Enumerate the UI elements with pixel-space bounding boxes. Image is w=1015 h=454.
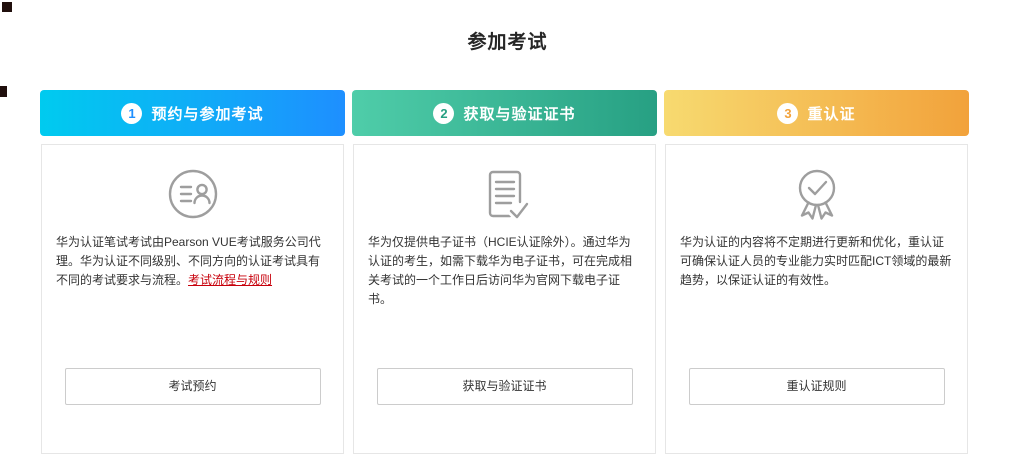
- step-3-title: 重认证: [807, 105, 856, 123]
- step-3-description: 华为认证的内容将不定期进行更新和优化，重认证可确保认证人员的专业能力实时匹配IC…: [666, 233, 967, 290]
- step-3-header: 3 重认证: [664, 90, 969, 136]
- recertification-rules-button[interactable]: 重认证规则: [688, 368, 945, 405]
- step-1-column: 1 预约与参加考试 华为认证笔试考试由Pearson VUE考试服务公司代理。华…: [40, 90, 345, 454]
- step-1-number: 1: [121, 102, 143, 124]
- step-2-title: 获取与验证证书: [463, 105, 576, 123]
- step-3-number: 3: [777, 102, 799, 124]
- step-2-column: 2 获取与验证证书 华为仅提供电子证书（HCIE认证除外）。通过华为认证的考生，…: [352, 90, 657, 454]
- step-2-description-text: 华为仅提供电子证书（HCIE认证除外）。通过华为认证的考生，如需下载华为电子证书…: [368, 235, 633, 306]
- screenshot-artifact-square: [2, 2, 12, 12]
- step-1-description: 华为认证笔试考试由Pearson VUE考试服务公司代理。华为认证不同级别、不同…: [42, 233, 343, 290]
- step-3-description-text: 华为认证的内容将不定期进行更新和优化，重认证可确保认证人员的专业能力实时匹配IC…: [680, 235, 952, 287]
- get-verify-certificate-button[interactable]: 获取与验证证书: [376, 368, 633, 405]
- step-2-card: 华为仅提供电子证书（HCIE认证除外）。通过华为认证的考生，如需下载华为电子证书…: [353, 144, 656, 454]
- take-exam-section: 参加考试 1 预约与参加考试 华为认证笔试考试由Pearson VUE考试服务公…: [0, 0, 1015, 454]
- step-2-number: 2: [433, 102, 455, 124]
- step-1-title: 预约与参加考试: [151, 105, 264, 123]
- page-title: 参加考试: [467, 32, 548, 53]
- exam-rules-link[interactable]: 考试流程与规则: [188, 273, 272, 287]
- step-2-header: 2 获取与验证证书: [352, 90, 657, 136]
- step-3-card: 华为认证的内容将不定期进行更新和优化，重认证可确保认证人员的专业能力实时匹配IC…: [665, 144, 968, 454]
- step-1-header: 1 预约与参加考试: [40, 90, 345, 136]
- screenshot-artifact-square: [0, 86, 7, 97]
- step-2-description: 华为仅提供电子证书（HCIE认证除外）。通过华为认证的考生，如需下载华为电子证书…: [354, 233, 655, 309]
- medal-check-icon: [666, 155, 967, 233]
- step-3-column: 3 重认证 华为认证的内容将不定期进行更新和优化，重认证可确保认证人员的专业能力…: [664, 90, 969, 454]
- step-1-card: 华为认证笔试考试由Pearson VUE考试服务公司代理。华为认证不同级别、不同…: [41, 144, 344, 454]
- id-card-contact-icon: [42, 155, 343, 233]
- exam-booking-button[interactable]: 考试预约: [64, 368, 321, 405]
- certificate-document-check-icon: [354, 155, 655, 233]
